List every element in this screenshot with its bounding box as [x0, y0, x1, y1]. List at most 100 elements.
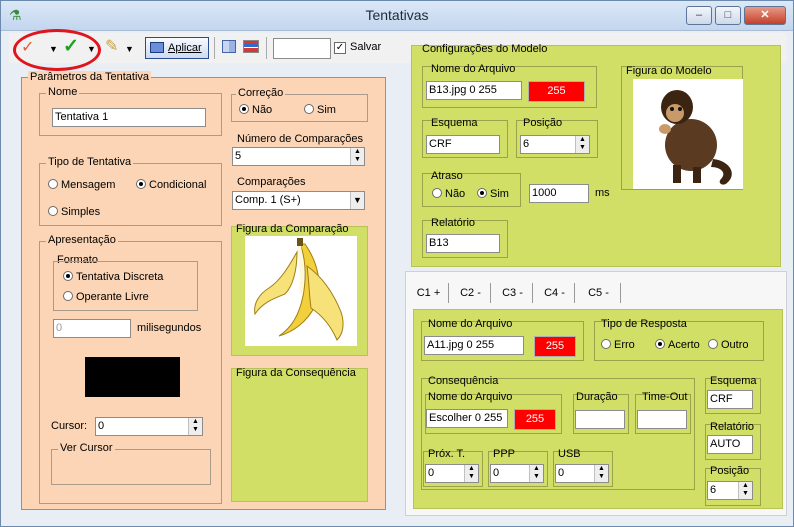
- trial-name-input[interactable]: Tentativa 1: [52, 108, 206, 127]
- tab-c5[interactable]: C5 -: [577, 283, 621, 303]
- comparisons-value: Comp. 1 (S+): [235, 194, 301, 206]
- spin-arrows-icon[interactable]: ▲ ▼: [575, 136, 589, 153]
- tab-c2[interactable]: C2 -: [451, 283, 491, 303]
- see-cursor-group: Ver Cursor: [51, 442, 211, 485]
- delay-unit-label: ms: [595, 187, 610, 199]
- maximize-button[interactable]: □: [715, 6, 741, 25]
- radio-mensagem-label: Mensagem: [61, 179, 116, 191]
- radio-outro[interactable]: Outro: [708, 339, 749, 351]
- spin-arrows-icon[interactable]: ▲ ▼: [350, 148, 364, 165]
- radio-dot: [63, 291, 73, 301]
- model-color-swatch[interactable]: 255: [528, 81, 585, 102]
- color-bars-icon[interactable]: [243, 40, 259, 53]
- next-trial-value: 0: [428, 467, 435, 479]
- tab-c4[interactable]: C4 -: [535, 283, 575, 303]
- tab-c1[interactable]: C1 +: [409, 283, 449, 303]
- title-bar[interactable]: ⚗ Tentativas – □ ✕: [1, 1, 793, 31]
- minimize-button[interactable]: –: [686, 6, 712, 25]
- cons-color-swatch[interactable]: 255: [514, 409, 556, 430]
- comp-file-label: Nome do Arquivo: [428, 318, 513, 330]
- radio-simples[interactable]: Simples: [48, 206, 100, 218]
- comp-report-label: Relatório: [710, 421, 755, 433]
- comp-position-label: Posição: [710, 465, 750, 477]
- ppp-label: PPP: [493, 448, 516, 460]
- ppp-spinner[interactable]: 0 ▲ ▼: [490, 464, 544, 483]
- trial-type-label: Tipo de Tentativa: [46, 156, 134, 168]
- close-button[interactable]: ✕: [744, 6, 786, 25]
- model-scheme-input[interactable]: CRF: [426, 135, 500, 154]
- spin-arrows-icon[interactable]: ▲ ▼: [738, 482, 752, 499]
- milliseconds-input[interactable]: 0: [53, 319, 131, 338]
- radio-correction-nao[interactable]: Não: [239, 104, 272, 116]
- comp-scheme-input[interactable]: CRF: [707, 390, 753, 409]
- comp-position-spinner[interactable]: 6 ▲ ▼: [707, 481, 753, 500]
- comparison-count-label: Número de Comparações: [237, 133, 363, 145]
- chevron-down-icon[interactable]: ▼: [350, 192, 364, 209]
- radio-dot: [708, 339, 718, 349]
- model-file-input[interactable]: B13.jpg 0 255: [426, 81, 522, 100]
- radio-erro[interactable]: Erro: [601, 339, 635, 351]
- comp-file-input[interactable]: A11.jpg 0 255: [424, 336, 524, 355]
- duration-input[interactable]: [575, 410, 625, 429]
- comparison-count-spinner[interactable]: 5 ▲ ▼: [232, 147, 365, 166]
- radio-dot: [304, 104, 314, 114]
- radio-dot: [48, 206, 58, 216]
- radio-dot: [48, 179, 58, 189]
- model-config-title: Configurações do Modelo: [422, 43, 548, 55]
- cons-file-input[interactable]: Escolher 0 255: [426, 409, 508, 428]
- next-trial-label: Próx. T.: [428, 448, 466, 460]
- radio-condicional[interactable]: Condicional: [136, 179, 206, 191]
- delay-input[interactable]: 1000: [529, 184, 589, 203]
- comp-report-input[interactable]: AUTO: [707, 435, 753, 454]
- save-label: Salvar: [350, 41, 382, 53]
- trial-parameters-title: Parâmetros da Tentativa: [28, 71, 152, 83]
- usb-value: 0: [558, 467, 565, 479]
- comparison-count-value: 5: [235, 150, 242, 162]
- presentation-label: Apresentação: [46, 234, 118, 246]
- comp-scheme-label: Esquema: [710, 375, 757, 387]
- correction-label: Correção: [236, 87, 286, 99]
- comparison-figure-label: Figura da Comparação: [236, 223, 349, 235]
- model-position-value: 6: [523, 138, 530, 150]
- cursor-label: Cursor:: [51, 420, 88, 432]
- layout-icon[interactable]: [222, 40, 236, 53]
- tab-c3[interactable]: C3 -: [493, 283, 533, 303]
- radio-mensagem[interactable]: Mensagem: [48, 179, 115, 191]
- pencil-dropdown-icon[interactable]: ▼: [125, 39, 134, 59]
- radio-dot: [477, 188, 487, 198]
- usb-spinner[interactable]: 0 ▲ ▼: [555, 464, 609, 483]
- spin-arrows-icon[interactable]: ▲ ▼: [529, 465, 543, 482]
- next-trial-spinner[interactable]: 0 ▲ ▼: [425, 464, 479, 483]
- model-report-label: Relatório: [431, 217, 476, 229]
- radio-acerto[interactable]: Acerto: [655, 339, 700, 351]
- radio-delay-nao[interactable]: Não: [432, 188, 465, 200]
- radio-correction-sim[interactable]: Sim: [304, 104, 336, 116]
- spin-arrows-icon[interactable]: ▲ ▼: [188, 418, 202, 435]
- timeout-input[interactable]: [637, 410, 687, 429]
- spin-arrows-icon[interactable]: ▲ ▼: [464, 465, 478, 482]
- milliseconds-label: milisegundos: [137, 322, 202, 334]
- cursor-value: 0: [98, 420, 105, 432]
- comparisons-select[interactable]: Comp. 1 (S+) ▼: [232, 191, 365, 210]
- model-report-input[interactable]: B13: [426, 234, 500, 253]
- model-position-label: Posição: [523, 117, 563, 129]
- response-type-label: Tipo de Resposta: [601, 318, 687, 330]
- color-preview-black[interactable]: [85, 357, 180, 397]
- radio-correction-nao-label: Não: [252, 104, 273, 116]
- radio-delay-sim[interactable]: Sim: [477, 188, 509, 200]
- radio-operante-livre[interactable]: Operante Livre: [63, 291, 149, 303]
- tentativas-window: ⚗ Tentativas – □ ✕ ✓ ▼ ✓ ▼ ✎ ▼ Aplicar ✓…: [0, 0, 794, 527]
- comp-color-swatch[interactable]: 255: [534, 336, 576, 357]
- toolbar-input[interactable]: [273, 38, 331, 59]
- toolbar-separator-2: [266, 37, 267, 59]
- model-position-spinner[interactable]: 6 ▲ ▼: [520, 135, 590, 154]
- radio-dot: [63, 271, 73, 281]
- spin-arrows-icon[interactable]: ▲ ▼: [594, 465, 608, 482]
- save-checkbox[interactable]: ✓: [334, 42, 346, 54]
- radio-tentativa-discreta[interactable]: Tentativa Discreta: [63, 271, 163, 283]
- apply-button[interactable]: Aplicar: [145, 37, 209, 59]
- pencil-icon[interactable]: ✎: [105, 37, 118, 57]
- model-scheme-label: Esquema: [431, 117, 478, 129]
- cursor-spinner[interactable]: 0 ▲ ▼: [95, 417, 203, 436]
- consequence-label: Consequência: [428, 375, 499, 387]
